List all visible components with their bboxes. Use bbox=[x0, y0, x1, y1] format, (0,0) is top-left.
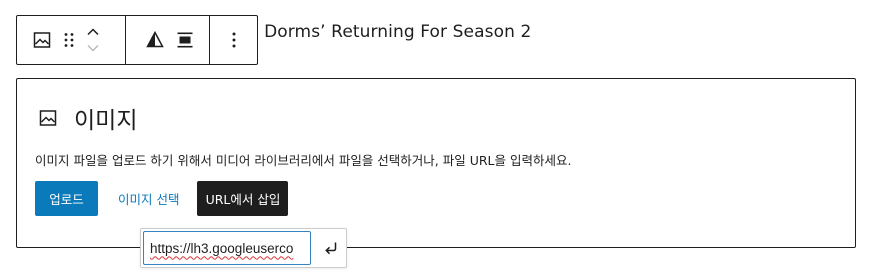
align-center-icon[interactable] bbox=[170, 25, 200, 55]
upload-button[interactable]: 업로드 bbox=[35, 181, 98, 216]
keyboard-return-icon[interactable] bbox=[317, 234, 345, 262]
media-library-button[interactable]: 이미지 선택 bbox=[100, 181, 197, 216]
more-vertical-icon[interactable] bbox=[219, 25, 249, 55]
image-icon bbox=[36, 106, 60, 130]
image-icon[interactable] bbox=[27, 25, 57, 55]
chevron-up-icon[interactable] bbox=[86, 24, 100, 40]
placeholder-actions: 업로드 이미지 선택 URL에서 삽입 bbox=[35, 181, 289, 216]
url-input-value: https://lh3.googleuserco bbox=[150, 240, 294, 256]
duotone-filter-icon[interactable] bbox=[140, 25, 170, 55]
toolbar-group-tools bbox=[126, 16, 210, 64]
paragraph-text: e Dorms’ Returning For Season 2 bbox=[248, 22, 532, 42]
block-toolbar bbox=[16, 15, 258, 65]
image-placeholder: 이미지 이미지 파일을 업로드 하기 위해서 미디어 라이브러리에서 파일을 선… bbox=[16, 78, 856, 248]
placeholder-instructions: 이미지 파일을 업로드 하기 위해서 미디어 라이브러리에서 파일을 선택하거나… bbox=[35, 153, 572, 168]
insert-from-url-button[interactable]: URL에서 삽입 bbox=[197, 181, 289, 216]
drag-handle-icon[interactable] bbox=[57, 25, 81, 55]
placeholder-title: 이미지 bbox=[74, 108, 138, 134]
url-popover: https://lh3.googleuserco bbox=[140, 228, 347, 268]
toolbar-group-block bbox=[17, 16, 126, 64]
toolbar-group-options bbox=[210, 16, 257, 64]
url-input[interactable]: https://lh3.googleuserco bbox=[143, 231, 311, 265]
block-movers bbox=[81, 20, 105, 60]
placeholder-header: 이미지 bbox=[36, 101, 137, 135]
chevron-down-icon[interactable] bbox=[86, 40, 100, 56]
